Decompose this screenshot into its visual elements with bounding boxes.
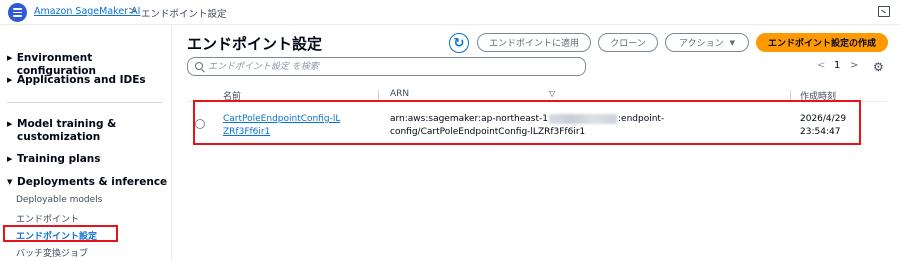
top-navigation-bar: Amazon SageMaker AI > エンドポイント設定 [0, 0, 900, 25]
column-divider [790, 90, 791, 100]
search-field[interactable] [187, 57, 586, 76]
actions-dropdown[interactable]: アクション ▼ [665, 33, 749, 52]
sidebar-section-label: Training plans [17, 153, 101, 165]
clone-button[interactable]: クローン [598, 33, 658, 52]
column-divider [378, 90, 379, 100]
sidebar-section-label: Applications and IDEs [17, 74, 146, 86]
search-icon [195, 62, 203, 70]
breadcrumb-current: エンドポイント設定 [141, 9, 227, 20]
caret-right-icon: ▶ [7, 120, 13, 128]
pagination-next-icon[interactable]: > [850, 60, 858, 71]
apply-to-endpoint-button[interactable]: エンドポイントに適用 [477, 33, 591, 52]
sidebar-divider [7, 102, 162, 103]
caret-right-icon: ▶ [7, 155, 13, 163]
highlight-box-sidebar [3, 225, 118, 242]
sidebar-section-model-training[interactable]: ▶ Model training & customization [7, 118, 157, 144]
create-endpoint-config-button[interactable]: エンドポイント設定の作成 [756, 33, 888, 52]
split-panel-icon[interactable] [878, 6, 890, 17]
refresh-icon[interactable]: ↻ [449, 33, 469, 53]
sidebar-section-label: Model training & customization [17, 118, 117, 143]
caret-right-icon: ▶ [7, 54, 13, 62]
pagination-prev-icon[interactable]: < [817, 60, 825, 71]
sidebar-section-training-plans[interactable]: ▶ Training plans [7, 153, 101, 166]
menu-icon[interactable] [8, 3, 27, 22]
chevron-down-icon: ▼ [729, 38, 735, 47]
sidebar-section-applications[interactable]: ▶ Applications and IDEs [7, 74, 146, 87]
actions-label: アクション [679, 39, 724, 49]
sort-icon[interactable]: ▽ [549, 89, 555, 98]
page-title: エンドポイント設定 [187, 35, 323, 53]
sidebar-section-deployments[interactable]: ▼ Deployments & inference [7, 176, 167, 189]
sidebar-item-deployable-models[interactable]: Deployable models [16, 195, 102, 205]
pagination-page-1[interactable]: 1 [834, 60, 840, 71]
sidebar-section-label: Deployments & inference [17, 176, 168, 188]
breadcrumb-separator-icon: > [128, 4, 138, 17]
caret-right-icon: ▶ [7, 76, 13, 84]
search-input[interactable] [208, 59, 578, 74]
gear-icon[interactable]: ⚙ [873, 60, 884, 74]
caret-down-icon: ▼ [7, 178, 13, 186]
sidebar: ▶ Environment configuration ▶ Applicatio… [0, 26, 172, 261]
sidebar-item-batch-transform[interactable]: バッチ変換ジョブ [16, 246, 88, 259]
breadcrumb-sagemaker-link[interactable]: Amazon SageMaker AI [34, 6, 140, 17]
sidebar-item-endpoints[interactable]: エンドポイント [16, 212, 79, 225]
highlight-box-table-row [193, 100, 861, 145]
column-header-arn[interactable]: ARN [390, 89, 409, 99]
